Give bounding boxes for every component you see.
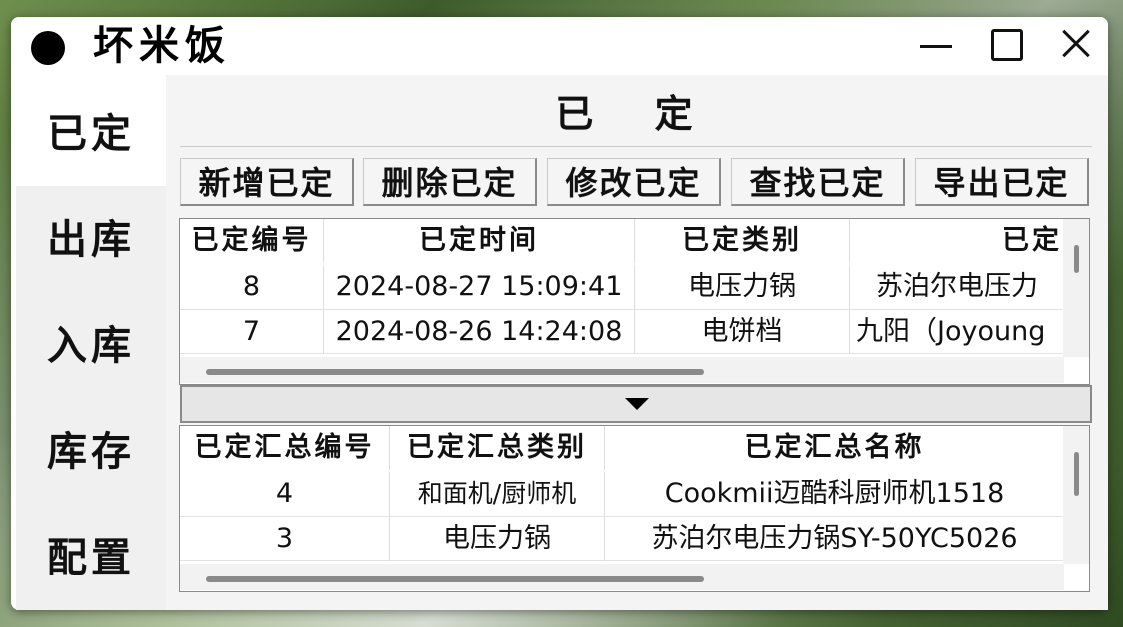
table-cell: 4 (180, 472, 390, 516)
table-cell: 3 (180, 517, 390, 561)
sidebar-item-inventory[interactable]: 库存 (16, 400, 166, 504)
collapse-arrow-icon[interactable] (625, 398, 649, 410)
column-header[interactable]: 已定汇总类别 (390, 426, 605, 470)
column-header[interactable]: 已定汇总编号 (180, 426, 390, 470)
column-header[interactable]: 已定 (850, 219, 1062, 263)
table-cell: 苏泊尔电压力 (876, 271, 1038, 302)
horizontal-scroll-thumb[interactable] (206, 369, 704, 375)
add-booked-button[interactable]: 新增已定 (180, 158, 354, 206)
column-header[interactable]: 已定时间 (324, 219, 635, 263)
table-cell: Cookmii迈酷科厨师机1518 (664, 478, 1005, 509)
table-cell: 和面机/厨师机 (390, 472, 605, 516)
window-title: 坏米饭 (93, 23, 231, 69)
sidebar-item-config[interactable]: 配置 (16, 506, 166, 610)
table-header-row: 已定汇总编号 已定汇总类别 已定汇总名称 (180, 426, 1064, 470)
edit-booked-button[interactable]: 修改已定 (547, 158, 721, 206)
table-cell: 2024-08-27 15:09:41 (324, 265, 635, 309)
export-booked-button[interactable]: 导出已定 (915, 158, 1089, 206)
vertical-scroll-thumb[interactable] (1074, 245, 1079, 273)
panel-splitter[interactable] (180, 385, 1092, 423)
summary-table[interactable]: 已定汇总编号 已定汇总类别 已定汇总名称 4 和面机/厨师机 Cookmii迈酷… (179, 425, 1090, 592)
table-row[interactable]: 4 和面机/厨师机 Cookmii迈酷科厨师机1518 (180, 472, 1064, 516)
minimize-button[interactable] (916, 25, 956, 65)
booked-table[interactable]: 已定编号 已定时间 已定类别 已定 8 2024-08-27 15:09:41 … (179, 218, 1090, 385)
horizontal-scrollbar[interactable] (180, 357, 1064, 383)
table-cell: 电压力锅 (390, 517, 605, 561)
title-divider (180, 146, 1092, 147)
table-cell: 8 (180, 265, 324, 309)
table-cell: 电压力锅 (635, 265, 850, 309)
table-header-row: 已定编号 已定时间 已定类别 已定 (180, 219, 1089, 263)
close-button[interactable] (1055, 25, 1095, 65)
table-cell: 苏泊尔电压力锅SY-50YC5026 (651, 523, 1018, 554)
horizontal-scroll-thumb[interactable] (206, 576, 704, 582)
page-title: 已 定 (555, 92, 717, 136)
sidebar: 已定 出库 入库 库存 配置 (16, 82, 166, 610)
column-header[interactable]: 已定类别 (635, 219, 850, 263)
horizontal-scrollbar[interactable] (180, 564, 1064, 590)
table-row[interactable]: 3 电压力锅 苏泊尔电压力锅SY-50YC5026 (180, 517, 1064, 561)
maximize-button[interactable] (986, 25, 1026, 65)
sidebar-item-inbound[interactable]: 入库 (16, 294, 166, 398)
table-row[interactable]: 8 2024-08-27 15:09:41 电压力锅 苏泊尔电压力 (180, 265, 1064, 309)
sidebar-item-outbound[interactable]: 出库 (16, 188, 166, 292)
vertical-scroll-thumb[interactable] (1074, 452, 1079, 496)
table-cell: 7 (180, 310, 324, 354)
table-cell: 2024-08-26 14:24:08 (324, 310, 635, 354)
vertical-scrollbar[interactable] (1063, 219, 1089, 357)
table-row[interactable]: 7 2024-08-26 14:24:08 电饼档 九阳（Joyoung (180, 310, 1064, 354)
vertical-scrollbar[interactable] (1063, 426, 1089, 564)
title-bar[interactable]: 坏米饭 (11, 17, 1108, 75)
delete-booked-button[interactable]: 删除已定 (363, 158, 537, 206)
column-header[interactable]: 已定编号 (180, 219, 324, 263)
search-booked-button[interactable]: 查找已定 (731, 158, 905, 206)
sidebar-item-booked[interactable]: 已定 (16, 82, 166, 186)
app-icon (31, 31, 65, 65)
table-cell: 电饼档 (635, 310, 850, 354)
table-cell: 九阳（Joyoung (856, 316, 1046, 347)
column-header[interactable]: 已定汇总名称 (605, 426, 1064, 470)
